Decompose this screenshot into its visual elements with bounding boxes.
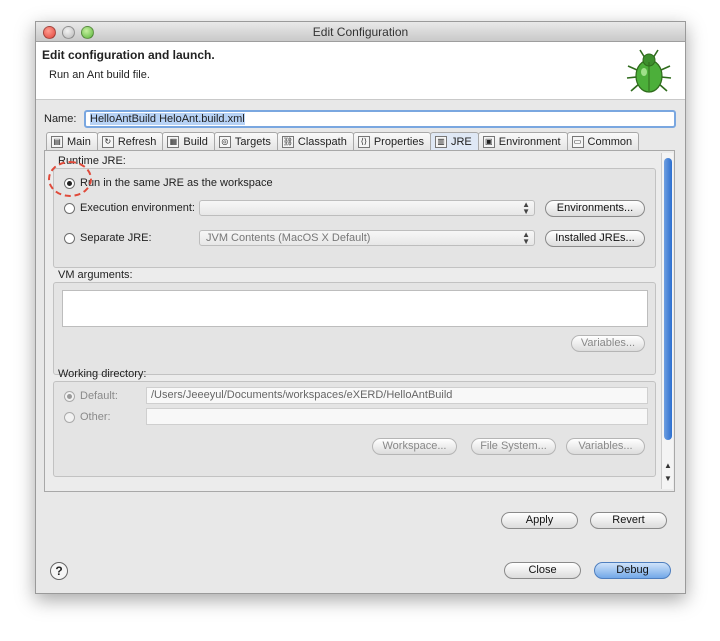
- close-button[interactable]: Close: [504, 562, 581, 579]
- default-dir-field[interactable]: /Users/Jeeeyul/Documents/workspaces/eXER…: [146, 387, 648, 404]
- jre-icon: ▥: [434, 135, 447, 148]
- scrollbar-thumb[interactable]: [664, 158, 672, 440]
- header-subtitle: Run an Ant build file.: [49, 69, 150, 81]
- tab-label: JRE: [450, 135, 472, 148]
- header-title: Edit configuration and launch.: [42, 48, 215, 62]
- tab-properties[interactable]: ⟨⟩ Properties: [352, 132, 431, 150]
- tab-label: Refresh: [117, 135, 157, 148]
- vm-arguments-group: Variables...: [53, 282, 656, 375]
- tab-label: Classpath: [297, 135, 347, 148]
- debug-bug-icon: [626, 49, 672, 93]
- scroll-down-icon[interactable]: ▼: [663, 474, 673, 483]
- tab-environment[interactable]: ▣ Environment: [477, 132, 568, 150]
- exec-env-radio[interactable]: [64, 203, 75, 214]
- debug-button[interactable]: Debug: [594, 562, 671, 579]
- tab-label: Common: [587, 135, 633, 148]
- panel-scrollbar[interactable]: ▲ ▼: [661, 153, 673, 489]
- refresh-icon: ↻: [101, 135, 114, 148]
- annotation-highlight-circle: [48, 161, 92, 197]
- edit-configuration-dialog: Edit Configuration Edit configuration an…: [35, 21, 686, 594]
- same-jre-label: Run in the same JRE as the workspace: [80, 177, 273, 189]
- tab-build[interactable]: ▦ Build: [162, 132, 215, 150]
- separate-jre-select[interactable]: JVM Contents (MacOS X Default) ▲ ▼: [199, 230, 535, 246]
- common-icon: ▭: [571, 135, 584, 148]
- working-directory-group: Default: /Users/Jeeeyul/Documents/worksp…: [53, 381, 656, 477]
- classpath-icon: ⛓: [281, 135, 294, 148]
- file-system-button[interactable]: File System...: [471, 438, 556, 455]
- tab-label: Targets: [234, 135, 271, 148]
- scroll-up-icon[interactable]: ▲: [663, 461, 673, 470]
- help-icon[interactable]: ?: [50, 562, 68, 580]
- tab-main[interactable]: ▤ Main: [46, 132, 98, 150]
- apply-button[interactable]: Apply: [501, 512, 578, 529]
- tab-common[interactable]: ▭ Common: [566, 132, 640, 150]
- jre-tab-panel: Runtime JRE: Run in the same JRE as the …: [44, 150, 675, 492]
- tab-label: Properties: [373, 135, 424, 148]
- combo-arrows-icon: ▲ ▼: [522, 200, 530, 216]
- vm-arguments-textarea[interactable]: [62, 290, 648, 327]
- tab-refresh[interactable]: ↻ Refresh: [96, 132, 164, 150]
- exec-env-label: Execution environment:: [80, 202, 195, 214]
- default-dir-label: Default:: [80, 390, 118, 402]
- main-tab-icon: ▤: [51, 135, 63, 148]
- tab-label: Environment: [498, 135, 561, 148]
- working-directory-label: Working directory:: [58, 368, 147, 380]
- window-title: Edit Configuration: [312, 25, 409, 39]
- tab-targets[interactable]: ◎ Targets: [213, 132, 278, 150]
- exec-env-select[interactable]: ▲ ▼: [199, 200, 535, 216]
- vm-arguments-label: VM arguments:: [58, 269, 133, 281]
- name-field[interactable]: HelloAntBuild HeloAnt.build.xml: [84, 110, 676, 128]
- other-dir-field[interactable]: [146, 408, 648, 425]
- title-bar[interactable]: Edit Configuration: [36, 22, 685, 42]
- tab-label: Main: [67, 135, 91, 148]
- tab-bar: ▤ Main ↻ Refresh ▦ Build ◎ Targets ⛓ Classpath ⟨⟩ P…: [46, 132, 640, 150]
- combo-arrows-icon: ▲ ▼: [522, 230, 530, 246]
- other-dir-label: Other:: [80, 411, 111, 423]
- vm-variables-button[interactable]: Variables...: [571, 335, 645, 352]
- other-dir-radio[interactable]: [64, 412, 75, 423]
- workspace-button[interactable]: Workspace...: [372, 438, 457, 455]
- separate-jre-label: Separate JRE:: [80, 232, 152, 244]
- default-dir-radio[interactable]: [64, 391, 75, 402]
- environment-icon: ▣: [482, 135, 495, 148]
- workdir-variables-button[interactable]: Variables...: [566, 438, 645, 455]
- installed-jres-button[interactable]: Installed JREs...: [545, 230, 645, 247]
- tab-classpath[interactable]: ⛓ Classpath: [276, 132, 354, 150]
- zoom-window-icon[interactable]: [81, 26, 94, 39]
- targets-icon: ◎: [218, 135, 231, 148]
- close-window-icon[interactable]: [43, 26, 56, 39]
- name-label: Name:: [44, 113, 77, 125]
- tab-label: Build: [183, 135, 208, 148]
- environments-button[interactable]: Environments...: [545, 200, 645, 217]
- dialog-header: Edit configuration and launch. Run an An…: [36, 42, 685, 100]
- properties-icon: ⟨⟩: [357, 135, 370, 148]
- runtime-jre-group: Run in the same JRE as the workspace Exe…: [53, 168, 656, 268]
- separate-jre-radio[interactable]: [64, 233, 75, 244]
- tab-jre[interactable]: ▥ JRE: [429, 132, 479, 150]
- revert-button[interactable]: Revert: [590, 512, 667, 529]
- build-icon: ▦: [167, 135, 180, 148]
- minimize-window-icon[interactable]: [62, 26, 75, 39]
- name-value: HelloAntBuild HeloAnt.build.xml: [90, 113, 245, 125]
